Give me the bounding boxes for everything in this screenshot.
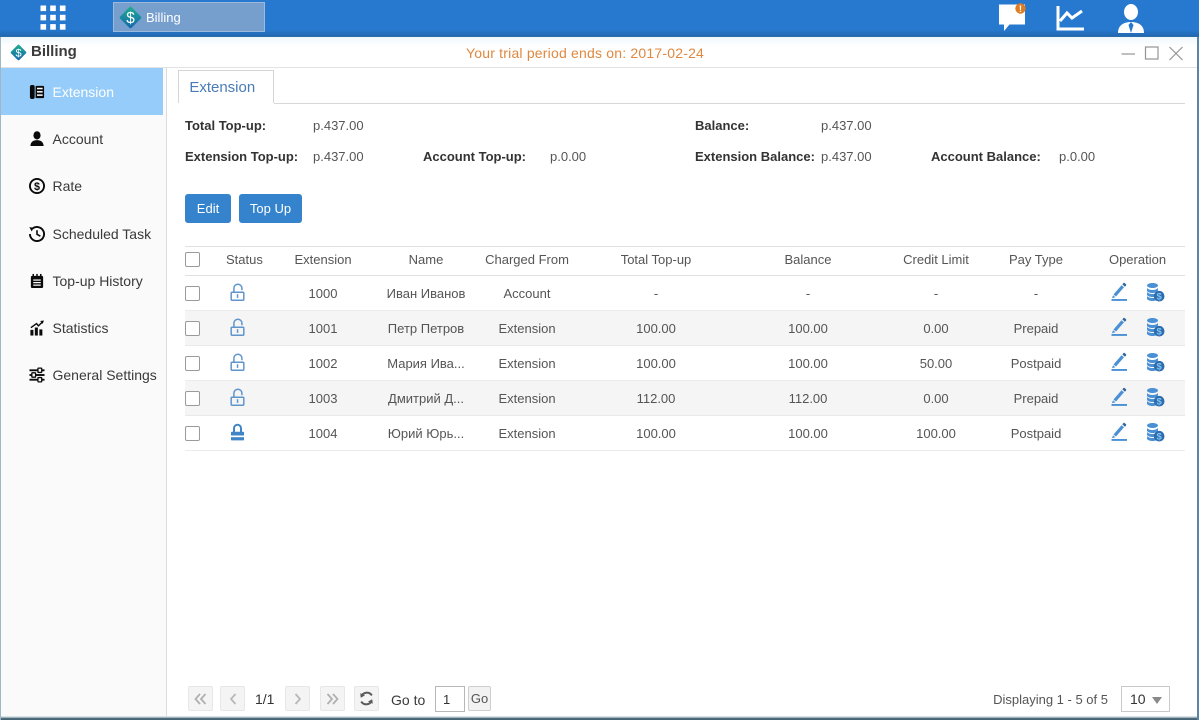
svg-text:$: $ bbox=[126, 9, 135, 26]
svg-text:$: $ bbox=[34, 181, 40, 193]
svg-text:!: ! bbox=[1019, 4, 1022, 15]
svg-text:$: $ bbox=[15, 47, 21, 59]
